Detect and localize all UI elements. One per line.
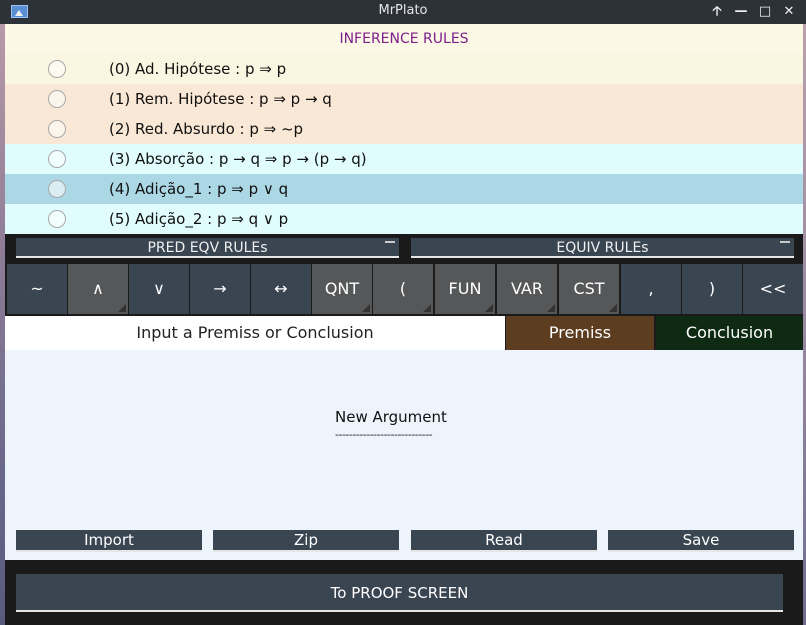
formula-input-field[interactable]: Input a Premiss or Conclusion (5, 316, 505, 350)
key-label: FUN (448, 279, 482, 298)
key-label: QNT (324, 279, 360, 298)
rule-label: (3) Absorção : p → q ⇒ p → (p → q) (109, 150, 367, 168)
key-corner-icon (547, 304, 555, 312)
key-corner-icon (362, 304, 370, 312)
key-comma[interactable]: , (621, 264, 681, 314)
argument-title: New Argument (335, 408, 447, 426)
key-label: ↔ (274, 279, 288, 298)
key-label: ) (708, 279, 716, 298)
rule-radio[interactable] (48, 180, 66, 198)
key-label: VAR (511, 279, 543, 298)
key-or[interactable]: ∨ (129, 264, 189, 314)
rule-label: (4) Adição_1 : p ⇒ p ∨ q (109, 180, 289, 198)
key-function[interactable]: FUN (435, 264, 495, 314)
symbol-keypad: ~ ∧ ∨ → ↔ QNT ( FUN VAR CST , ) << (5, 264, 803, 314)
argument-underline: ---------------------------- (335, 428, 433, 441)
save-button[interactable]: Save (608, 530, 794, 552)
inference-rule-row[interactable]: (2) Red. Absurdo : p ⇒ ~p (5, 114, 803, 144)
key-negation[interactable]: ~ (7, 264, 67, 314)
rule-radio[interactable] (48, 60, 66, 78)
dropdown-caret-icon (780, 241, 790, 243)
inference-rule-row[interactable]: (3) Absorção : p → q ⇒ p → (p → q) (5, 144, 803, 174)
premiss-button[interactable]: Premiss (506, 316, 654, 350)
key-label: ∧ (92, 279, 104, 298)
key-label: << (759, 279, 787, 298)
key-label: ∨ (153, 279, 165, 298)
key-biconditional[interactable]: ↔ (251, 264, 311, 314)
import-button[interactable]: Import (16, 530, 202, 552)
rule-label: (1) Rem. Hipótese : p ⇒ p → q (109, 90, 332, 108)
rule-label: (2) Red. Absurdo : p ⇒ ~p (109, 120, 304, 138)
key-constant[interactable]: CST (559, 264, 619, 314)
window-title-bar: MrPlato 🡡 — □ ✕ (0, 0, 806, 24)
rule-label: (0) Ad. Hipótese : p ⇒ p (109, 60, 287, 78)
dropdown-caret-icon (385, 241, 395, 243)
key-label: CST (573, 279, 605, 298)
close-button[interactable]: ✕ (779, 2, 799, 22)
file-actions: Import Zip Read Save (5, 526, 803, 560)
inference-rule-row[interactable]: (0) Ad. Hipótese : p ⇒ p (5, 54, 803, 84)
key-implies[interactable]: → (190, 264, 250, 314)
dropdown-label: PRED EQV RULEs (147, 240, 268, 256)
key-and[interactable]: ∧ (68, 264, 128, 314)
rule-radio[interactable] (48, 90, 66, 108)
key-corner-icon (609, 304, 617, 312)
pred-eqv-rules-dropdown[interactable]: PRED EQV RULEs (16, 238, 399, 258)
inference-rule-row[interactable]: (4) Adição_1 : p ⇒ p ∨ q (5, 174, 803, 204)
key-label: , (648, 279, 654, 298)
inference-rules-header: INFERENCE RULES (5, 24, 803, 54)
key-quantifier[interactable]: QNT (312, 264, 372, 314)
dropdown-label: EQUIV RULEs (556, 240, 649, 256)
key-corner-icon (485, 304, 493, 312)
rule-radio[interactable] (48, 120, 66, 138)
to-proof-screen-button[interactable]: To PROOF SCREEN (16, 574, 783, 612)
keep-above-icon[interactable]: 🡡 (707, 2, 727, 22)
zip-button[interactable]: Zip (213, 530, 399, 552)
app-window: INFERENCE RULES (0) Ad. Hipótese : p ⇒ p… (5, 24, 803, 625)
maximize-button[interactable]: □ (755, 2, 775, 22)
key-variable[interactable]: VAR (497, 264, 557, 314)
key-open-paren[interactable]: ( (373, 264, 433, 314)
key-label: → (213, 279, 227, 298)
conclusion-button[interactable]: Conclusion (656, 316, 803, 350)
argument-panel: New Argument ---------------------------… (5, 350, 803, 526)
rule-radio[interactable] (48, 150, 66, 168)
key-backspace[interactable]: << (743, 264, 803, 314)
key-label: ( (399, 279, 407, 298)
inference-rule-row[interactable]: (1) Rem. Hipótese : p ⇒ p → q (5, 84, 803, 114)
rule-label: (5) Adição_2 : p ⇒ q ∨ p (109, 210, 289, 228)
rule-radio[interactable] (48, 210, 66, 228)
inference-rule-row[interactable]: (5) Adição_2 : p ⇒ q ∨ p (5, 204, 803, 234)
formula-input-row: Input a Premiss or Conclusion Premiss Co… (5, 316, 803, 350)
read-button[interactable]: Read (411, 530, 597, 552)
minimize-button[interactable]: — (731, 2, 751, 22)
key-close-paren[interactable]: ) (682, 264, 742, 314)
equiv-rules-dropdown[interactable]: EQUIV RULEs (411, 238, 794, 258)
key-corner-icon (423, 304, 431, 312)
key-label: ~ (30, 279, 44, 298)
window-title: MrPlato (378, 3, 428, 18)
key-corner-icon (118, 304, 126, 312)
